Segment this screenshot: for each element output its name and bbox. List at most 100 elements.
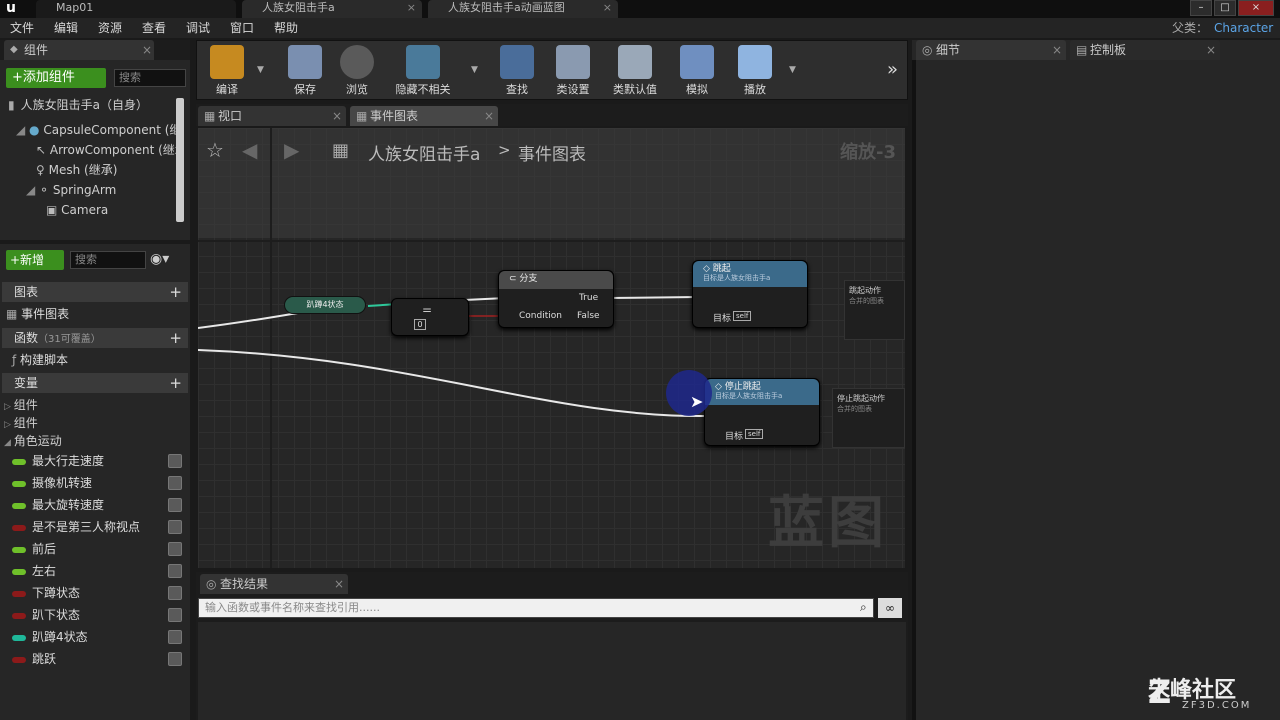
minimize-button[interactable]: –	[1190, 0, 1212, 16]
branch-node[interactable]: ⊂ 分支 True Condition False	[498, 270, 614, 328]
chevron-down-icon[interactable]: ▼	[789, 65, 796, 75]
compile-button[interactable]: 编译	[199, 41, 255, 99]
component-item[interactable]: ◢ ⚬ SpringArm	[26, 180, 166, 200]
close-window-button[interactable]: ×	[1238, 0, 1274, 16]
category-components[interactable]: ▷ 组件	[4, 414, 38, 432]
tab-map01[interactable]: Map01	[36, 0, 236, 18]
variable-item[interactable]: 下蹲状态	[12, 582, 186, 604]
menu-help[interactable]: 帮助	[274, 18, 298, 38]
menu-debug[interactable]: 调试	[186, 18, 210, 38]
section-functions[interactable]: 函数（31可覆盖） +	[2, 328, 188, 348]
parent-class-link[interactable]: Character	[1214, 18, 1273, 38]
blueprint-search-input[interactable]: 搜索	[70, 251, 146, 269]
component-search-input[interactable]: 搜索	[114, 69, 186, 87]
tab-components[interactable]: ◆ 组件 ×	[4, 40, 154, 60]
stop-jump-node[interactable]: ◇ 停止跳起 目标是人族女阻击手a 目标 self	[704, 378, 820, 446]
variable-item[interactable]: 跳跃	[12, 648, 186, 670]
construction-script-item[interactable]: ƒ 构建脚本	[12, 349, 186, 371]
collapsed-graph-node[interactable]: 停止跳起动作 合并的图表	[832, 388, 905, 448]
variable-item[interactable]: 趴蹲4状态	[12, 626, 186, 648]
component-root[interactable]: ▮ 人族女阻击手a（自身）	[8, 95, 174, 115]
tab-character-bp[interactable]: 人族女阻击手a ×	[242, 0, 422, 18]
play-button[interactable]: 播放	[727, 41, 783, 99]
search-icon[interactable]: ⌕	[860, 600, 867, 615]
category-components[interactable]: ▷ 组件	[4, 396, 38, 414]
tab-palette[interactable]: ▤ 控制板 ×	[1070, 40, 1220, 60]
variable-item[interactable]: 摄像机转速	[12, 472, 186, 494]
close-icon[interactable]: ×	[1206, 40, 1216, 60]
variable-item[interactable]: 是不是第三人称视点	[12, 516, 186, 538]
hide-unrelated-button[interactable]: 隐藏不相关	[387, 41, 459, 99]
chevron-down-icon[interactable]: ▼	[257, 65, 264, 75]
visibility-eye-icon[interactable]	[168, 520, 182, 534]
tab-event-graph[interactable]: ▦ 事件图表 ×	[350, 106, 498, 126]
components-scrollbar[interactable]	[176, 98, 184, 222]
visibility-eye-icon[interactable]	[168, 564, 182, 578]
visibility-eye-icon[interactable]	[168, 586, 182, 600]
binoculars-icon[interactable]: ∞	[878, 598, 902, 618]
menu-file[interactable]: 文件	[10, 18, 34, 38]
close-icon[interactable]: ×	[484, 106, 494, 126]
visibility-eye-icon[interactable]	[168, 630, 182, 644]
variable-item[interactable]: 趴下状态	[12, 604, 186, 626]
section-variables[interactable]: 变量 +	[2, 373, 188, 393]
compare-node[interactable]: = 0	[391, 298, 469, 336]
find-button[interactable]: 查找	[489, 41, 545, 99]
simulate-button[interactable]: 模拟	[669, 41, 725, 99]
close-icon[interactable]: ×	[407, 0, 416, 16]
add-icon[interactable]: +	[169, 373, 182, 393]
variable-item[interactable]: 最大行走速度	[12, 450, 186, 472]
collapsed-graph-node[interactable]: 跳起动作 合并的图表	[844, 280, 905, 340]
new-button[interactable]: +新增	[6, 250, 64, 270]
menu-edit[interactable]: 编辑	[54, 18, 78, 38]
eye-icon[interactable]: ◉▾	[150, 250, 184, 268]
section-graphs[interactable]: 图表 +	[2, 282, 188, 302]
chevron-down-icon[interactable]: ▼	[471, 65, 478, 75]
event-graph-canvas[interactable]: ☆ ◀ ▶ ▦ 人族女阻击手a > 事件图表 缩放-3 蓝图 趴蹲4状态 = 0…	[198, 128, 905, 568]
visibility-eye-icon[interactable]	[168, 542, 182, 556]
component-item[interactable]: ↖ ArrowComponent (继承)	[36, 140, 176, 160]
visibility-eye-icon[interactable]	[168, 498, 182, 512]
menu-asset[interactable]: 资源	[98, 18, 122, 38]
class-settings-button[interactable]: 类设置	[545, 41, 601, 99]
close-icon[interactable]: ×	[334, 574, 344, 594]
visibility-eye-icon[interactable]	[168, 652, 182, 666]
tab-viewport[interactable]: ▦ 视口 ×	[198, 106, 346, 126]
component-item[interactable]: ◢ ● CapsuleComponent (继承)	[16, 120, 176, 140]
variable-get-node[interactable]: 趴蹲4状态	[284, 296, 366, 314]
tab-anim-bp[interactable]: 人族女阻击手a动画蓝图 ×	[428, 0, 618, 18]
close-icon[interactable]: ×	[1052, 40, 1062, 60]
jump-node[interactable]: ◇ 跳起 目标是人族女阻击手a 目标 self	[692, 260, 808, 328]
event-graph-item[interactable]: ▦ 事件图表	[6, 303, 186, 325]
class-defaults-button[interactable]: 类默认值	[605, 41, 665, 99]
save-button[interactable]: 保存	[277, 41, 333, 99]
condition-pin[interactable]: Condition	[519, 311, 562, 321]
visibility-eye-icon[interactable]	[168, 476, 182, 490]
add-icon[interactable]: +	[169, 282, 182, 302]
target-self-field[interactable]: self	[745, 429, 764, 439]
menu-view[interactable]: 查看	[142, 18, 166, 38]
tab-find-results[interactable]: ◎ 查找结果 ×	[200, 574, 348, 594]
variable-item[interactable]: 最大旋转速度	[12, 494, 186, 516]
true-pin[interactable]: True	[579, 293, 598, 303]
browse-button[interactable]: 浏览	[329, 41, 385, 99]
target-self-field[interactable]: self	[733, 311, 752, 321]
add-component-button[interactable]: +添加组件	[6, 68, 106, 88]
variable-item[interactable]: 左右	[12, 560, 186, 582]
tab-details[interactable]: ◎ 细节 ×	[916, 40, 1066, 60]
close-icon[interactable]: ×	[332, 106, 342, 126]
find-input[interactable]: 输入函数或事件名称来查找引用......	[198, 598, 874, 618]
false-pin[interactable]: False	[577, 311, 600, 321]
compare-value-field[interactable]: 0	[414, 319, 426, 330]
add-icon[interactable]: +	[169, 328, 182, 348]
toolbar-overflow-icon[interactable]: »	[887, 59, 898, 80]
variable-item[interactable]: 前后	[12, 538, 186, 560]
category-character-movement[interactable]: ◢ 角色运动	[4, 432, 62, 450]
close-icon[interactable]: ×	[142, 40, 152, 60]
component-item[interactable]: ♀ Mesh (继承)	[36, 160, 176, 180]
maximize-button[interactable]: □	[1214, 0, 1236, 16]
close-icon[interactable]: ×	[603, 0, 612, 16]
visibility-eye-icon[interactable]	[168, 454, 182, 468]
component-item[interactable]: ▣ Camera	[46, 200, 166, 220]
menu-window[interactable]: 窗口	[230, 18, 254, 38]
